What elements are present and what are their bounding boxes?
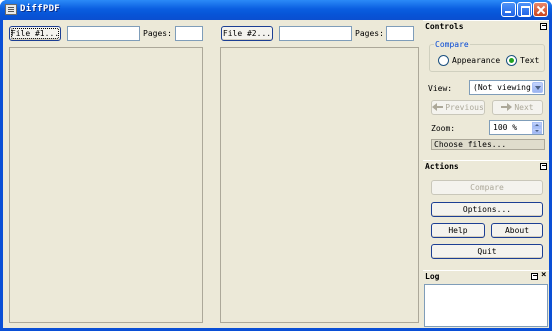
log-float-icon[interactable] [531, 273, 538, 280]
document-1-view[interactable] [9, 47, 203, 323]
previous-label: Previous [445, 103, 484, 112]
pages-2-field[interactable] [386, 26, 414, 41]
controls-title: Controls [425, 22, 464, 31]
quit-button[interactable]: Quit [431, 244, 543, 259]
appearance-label: Appearance [452, 56, 501, 65]
pages-1-field[interactable] [175, 26, 203, 41]
help-button[interactable]: Help [431, 223, 485, 238]
log-dock-title[interactable]: Log × [423, 270, 549, 282]
window-title: DiffPDF [20, 4, 61, 14]
pages-1-label: Pages: [143, 29, 172, 38]
zoom-spinbox[interactable]: 100 % [489, 120, 544, 135]
arrow-left-icon [432, 103, 444, 111]
file-1-button[interactable]: File #1... [9, 26, 61, 41]
client-area: File #1... Pages: File #2... Pages: Cont… [3, 20, 549, 328]
chevron-down-icon[interactable] [532, 82, 543, 93]
actions-title: Actions [425, 162, 459, 171]
arrow-right-icon [501, 103, 513, 111]
text-radio[interactable] [506, 55, 517, 66]
log-area[interactable] [424, 284, 548, 327]
text-label: Text [520, 56, 540, 65]
options-button[interactable]: Options... [431, 202, 543, 217]
maximize-button[interactable] [517, 2, 532, 17]
close-button[interactable] [533, 2, 548, 17]
file-2-button[interactable]: File #2... [221, 26, 273, 41]
view-select[interactable]: (Not viewing) [469, 80, 545, 95]
log-title: Log [425, 272, 440, 281]
controls-dock-title[interactable]: Controls [423, 20, 549, 32]
actions-float-icon[interactable] [540, 163, 547, 170]
controls-float-icon[interactable] [540, 23, 547, 30]
compare-button[interactable]: Compare [431, 180, 543, 195]
pages-2-label: Pages: [355, 29, 384, 38]
choose-files-bar[interactable]: Choose files... [431, 139, 545, 150]
previous-button[interactable]: Previous [431, 100, 485, 115]
appearance-radio[interactable] [438, 55, 449, 66]
about-button[interactable]: About [491, 223, 543, 238]
view-label: View: [428, 84, 453, 93]
file-1-path-field[interactable] [67, 26, 140, 41]
app-icon [5, 4, 17, 15]
document-2-view[interactable] [220, 47, 419, 323]
title-bar[interactable]: DiffPDF [0, 0, 552, 20]
spin-down-icon[interactable] [532, 128, 542, 134]
compare-group-title: Compare [434, 40, 470, 49]
file-2-path-field[interactable] [279, 26, 352, 41]
next-label: Next [514, 103, 534, 112]
compare-group: Compare Appearance Text [429, 40, 545, 72]
zoom-label: Zoom: [431, 124, 456, 133]
app-window: DiffPDF File #1... Pages: File #2... Pag… [0, 0, 552, 331]
choose-files-label: Choose files... [434, 140, 507, 149]
minimize-button[interactable] [501, 2, 516, 17]
actions-dock-title[interactable]: Actions [423, 160, 549, 172]
next-button[interactable]: Next [492, 100, 543, 115]
close-icon[interactable]: × [541, 271, 549, 280]
zoom-value: 100 % [493, 123, 518, 132]
view-select-value: (Not viewing) [473, 83, 536, 92]
